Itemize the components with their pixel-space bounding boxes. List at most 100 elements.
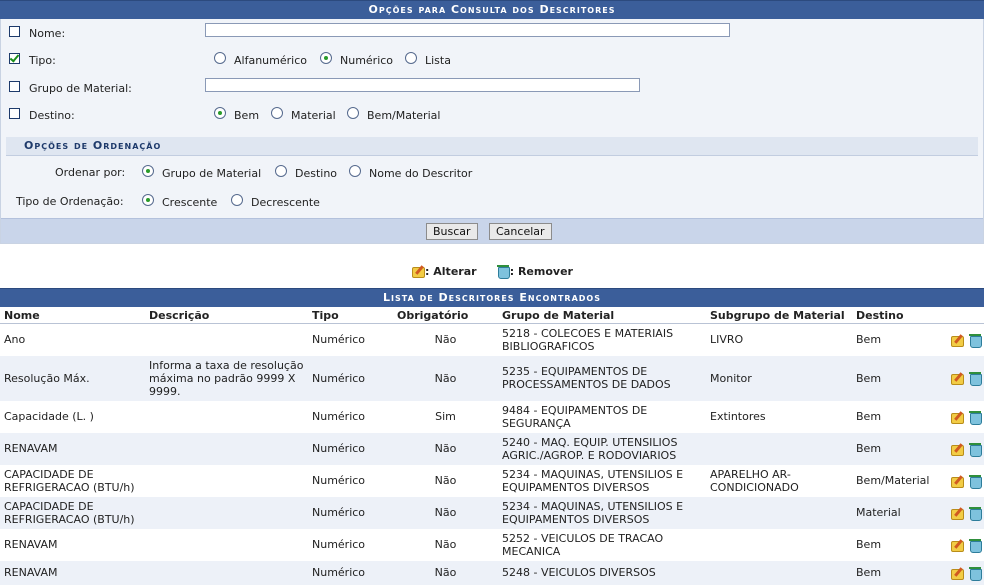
table-row: Resolução Máx. Informa a taxa de resoluçã… (0, 355, 984, 401)
cell-grupo: 9484 - EQUIPAMENTOS DE SEGURANÇA (498, 400, 706, 433)
tipo-checkbox[interactable] (9, 53, 20, 64)
tipo-radio-lista[interactable] (405, 52, 417, 64)
cell-nome: Capacidade (L. ) (0, 400, 145, 433)
destino-option-bem-material: Bem/Material (367, 109, 441, 122)
tipo-ordenacao-label: Tipo de Ordenação: (16, 195, 124, 208)
results-table: Nome Descrição Tipo Obrigatório Grupo de… (0, 307, 984, 585)
row-actions (936, 400, 984, 433)
grupo-checkbox[interactable] (9, 81, 20, 92)
edit-icon[interactable] (950, 410, 964, 424)
edit-icon[interactable] (950, 538, 964, 552)
tipo-option-alfanumerico: Alfanumérico (234, 54, 307, 67)
trash-icon (496, 264, 510, 279)
cell-subgrupo: Monitor (706, 355, 852, 401)
ordenar-option-destino: Destino (295, 167, 338, 180)
legend-alterar: : Alterar (425, 264, 477, 278)
cell-descricao (145, 400, 308, 433)
cell-nome: CAPACIDADE DE REFRIGERACAO (BTU/h) (0, 496, 145, 529)
cell-descricao (145, 323, 308, 356)
cell-nome: RENAVAM (0, 560, 145, 585)
cell-descricao (145, 432, 308, 465)
grupo-material-input[interactable] (205, 78, 640, 92)
cell-tipo: Numérico (308, 528, 393, 561)
cell-obrigatorio: Não (393, 432, 498, 465)
row-actions (936, 560, 984, 585)
tipo-radio-alfanumerico[interactable] (214, 52, 226, 64)
trash-icon[interactable] (968, 410, 982, 425)
edit-icon[interactable] (950, 566, 964, 580)
destino-option-material: Material (291, 109, 336, 122)
edit-icon[interactable] (950, 442, 964, 456)
ordenar-option-grupo: Grupo de Material (162, 167, 262, 180)
trash-icon[interactable] (968, 442, 982, 457)
ordenar-radio-nome[interactable] (349, 165, 361, 177)
cell-tipo: Numérico (308, 496, 393, 529)
cell-tipo: Numérico (308, 432, 393, 465)
trash-icon[interactable] (968, 506, 982, 521)
tipo-radio-numerico[interactable] (320, 52, 332, 64)
ordenar-radio-grupo[interactable] (142, 165, 154, 177)
edit-icon[interactable] (950, 474, 964, 488)
edit-icon (411, 264, 426, 278)
ordenar-label: Ordenar por: (55, 166, 126, 179)
trash-icon[interactable] (968, 566, 982, 581)
cancelar-button[interactable]: Cancelar (489, 223, 552, 240)
cell-grupo: 5234 - MAQUINAS, UTENSILIOS E EQUIPAMENT… (498, 496, 706, 529)
destino-radio-material[interactable] (271, 107, 283, 119)
buscar-button[interactable]: Buscar (426, 223, 478, 240)
cell-tipo: Numérico (308, 560, 393, 585)
cell-descricao (145, 560, 308, 585)
cell-grupo: 5234 - MAQUINAS, UTENSILIOS E EQUIPAMENT… (498, 464, 706, 497)
col-nome: Nome (0, 307, 145, 324)
ordenacao-radio-decrescente[interactable] (231, 194, 243, 206)
col-subgrupo: Subgrupo de Material (706, 307, 852, 324)
nome-checkbox[interactable] (9, 26, 20, 37)
tipo-label: Tipo: (29, 54, 56, 67)
destino-radio-bem[interactable] (214, 107, 226, 119)
cell-destino: Bem (852, 560, 936, 585)
cell-grupo: 5248 - VEICULOS DIVERSOS (498, 560, 706, 585)
edit-icon[interactable] (950, 506, 964, 520)
trash-icon[interactable] (968, 333, 982, 348)
cell-tipo: Numérico (308, 464, 393, 497)
cell-descricao: Informa a taxa de resolução máxima no pa… (145, 355, 308, 401)
table-row: CAPACIDADE DE REFRIGERACAO (BTU/h) Numéri… (0, 464, 984, 497)
destino-label: Destino: (29, 109, 75, 122)
cell-descricao (145, 464, 308, 497)
row-actions (936, 355, 984, 401)
table-row: RENAVAM Numérico Não 5240 - MAQ. EQUIP. UTE… (0, 432, 984, 465)
ordenar-radio-destino[interactable] (275, 165, 287, 177)
tipo-option-lista: Lista (425, 54, 451, 67)
trash-icon[interactable] (968, 538, 982, 553)
nome-label: Nome: (29, 27, 66, 40)
cell-destino: Bem (852, 528, 936, 561)
cell-obrigatorio: Sim (393, 400, 498, 433)
search-form: Nome: Tipo: Alfanumérico Numérico Lista … (0, 19, 984, 244)
cell-destino: Material (852, 496, 936, 529)
trash-icon[interactable] (968, 371, 982, 386)
table-header-row: Nome Descrição Tipo Obrigatório Grupo de… (0, 307, 984, 324)
table-row: RENAVAM Numérico Não 5248 - VEICULOS DIVERS… (0, 560, 984, 585)
row-actions (936, 464, 984, 497)
destino-checkbox[interactable] (9, 108, 20, 119)
edit-icon[interactable] (950, 333, 964, 347)
destino-option-bem: Bem (234, 109, 260, 122)
cell-destino: Bem (852, 355, 936, 401)
cell-obrigatorio: Não (393, 355, 498, 401)
cell-subgrupo: LIVRO (706, 323, 852, 356)
ordenacao-radio-crescente[interactable] (142, 194, 154, 206)
destino-radio-bem-material[interactable] (347, 107, 359, 119)
tipo-option-numerico: Numérico (340, 54, 394, 67)
trash-icon[interactable] (968, 474, 982, 489)
cell-nome: RENAVAM (0, 432, 145, 465)
edit-icon[interactable] (950, 371, 964, 385)
row-actions (936, 528, 984, 561)
row-actions (936, 496, 984, 529)
cell-nome: Resolução Máx. (0, 355, 145, 401)
table-row: RENAVAM Numérico Não 5252 - VEICULOS DE TRA… (0, 528, 984, 561)
cell-tipo: Numérico (308, 355, 393, 401)
cell-destino: Bem (852, 323, 936, 356)
nome-input[interactable] (205, 23, 730, 37)
table-row: CAPACIDADE DE REFRIGERACAO (BTU/h) Numéri… (0, 496, 984, 529)
cell-obrigatorio: Não (393, 323, 498, 356)
